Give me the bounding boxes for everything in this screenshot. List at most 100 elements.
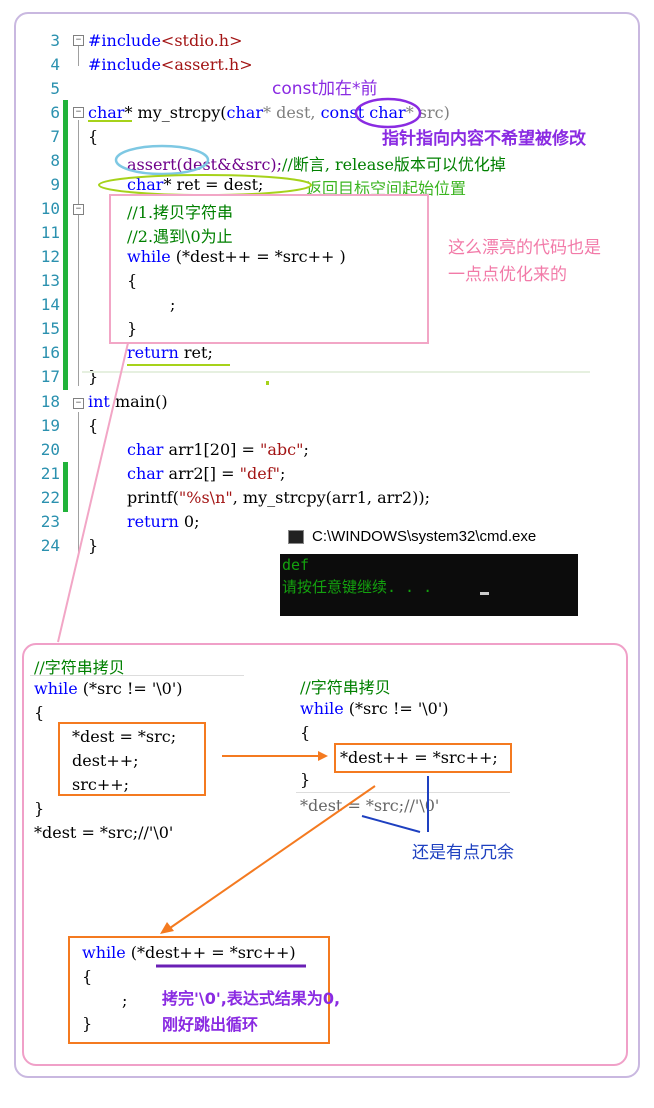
code-line: ; xyxy=(170,295,176,314)
note-loop-explain: 拷完'\0',表达式结果为0, 刚好跳出循环 xyxy=(162,989,341,1034)
keyword: char xyxy=(369,103,406,122)
snippet3-open: { xyxy=(82,967,93,986)
keyword: char xyxy=(127,175,164,194)
line-number: 13 xyxy=(40,271,60,290)
snippet2-while: while (*src != '\0') xyxy=(300,699,448,718)
code-line: int main() xyxy=(88,392,168,411)
line-number: 8 xyxy=(50,151,60,170)
code-line: char arr2[] = "def"; xyxy=(127,464,285,483)
snippet2-after: *dest = *src;//'\0' xyxy=(300,796,440,815)
code-text: (*src != '\0') xyxy=(77,679,183,698)
line-number: 4 xyxy=(50,55,60,74)
keyword: while xyxy=(300,699,344,718)
code-line: return ret; xyxy=(127,343,213,362)
snippet1-close: } xyxy=(34,799,45,818)
line-number: 15 xyxy=(40,319,60,338)
note-optimized: 这么漂亮的代码也是 一点点优化来的 xyxy=(448,238,601,285)
string-literal: "%s\n" xyxy=(178,488,233,507)
code-line: char arr1[20] = "abc"; xyxy=(127,440,309,459)
keyword: char xyxy=(226,103,263,122)
code-line: //1.拷贝字符串 xyxy=(127,199,233,223)
code-line: printf("%s\n", my_strcpy(arr1, arr2)); xyxy=(127,488,430,507)
code-line: { xyxy=(127,271,138,290)
line-number: 9 xyxy=(50,175,60,194)
line-number: 16 xyxy=(40,343,60,362)
code-text: ; xyxy=(279,464,286,483)
fold-guide xyxy=(78,46,79,66)
keyword-const: const xyxy=(320,103,365,122)
code-text: printf( xyxy=(127,488,179,507)
fold-toggle-icon[interactable]: − xyxy=(73,398,84,409)
code-line: { xyxy=(88,127,99,146)
snippet3-body: ; xyxy=(122,991,128,1010)
code-line: } xyxy=(88,536,99,555)
fold-toggle-icon[interactable]: − xyxy=(73,35,84,46)
snippet2-comment: //字符串拷贝 xyxy=(300,678,391,697)
code-text: main() xyxy=(109,392,168,411)
code-line: char* my_strcpy(char* dest, const char* … xyxy=(88,103,450,122)
code-text: , my_strcpy(arr1, arr2)); xyxy=(232,488,430,507)
snippet3-close: } xyxy=(82,1014,93,1033)
code-text: 0; xyxy=(178,512,200,531)
keyword: int xyxy=(88,392,110,411)
keyword: while xyxy=(127,247,171,266)
snippet2-close: } xyxy=(300,770,311,789)
snippet1-open: { xyxy=(34,703,45,722)
keyword: char xyxy=(88,103,125,122)
line-number: 12 xyxy=(40,247,60,266)
line-number: 22 xyxy=(40,488,60,507)
string-literal: "abc" xyxy=(259,440,304,459)
line-number: 3 xyxy=(50,31,60,50)
assert-call: assert(dest&&src); xyxy=(127,155,283,174)
fold-guide xyxy=(78,120,79,386)
line-number: 6 xyxy=(50,103,60,122)
fold-toggle-icon[interactable]: − xyxy=(73,204,84,215)
console-title: C:\WINDOWS\system32\cmd.exe xyxy=(312,528,537,545)
line-number: 7 xyxy=(50,127,60,146)
header-name: <stdio.h> xyxy=(160,31,243,50)
line-number: 24 xyxy=(40,536,60,555)
code-line: //2.遇到\0为止 xyxy=(127,223,233,247)
snippet1-after: *dest = *src;//'\0' xyxy=(34,823,174,842)
snippet2-body: *dest++ = *src++; xyxy=(340,748,498,767)
console-cursor xyxy=(480,592,489,595)
code-line: return 0; xyxy=(127,512,199,531)
note-const-meaning: 指针指向内容不希望被修改 xyxy=(382,129,586,149)
code-text: * dest, xyxy=(262,103,321,122)
code-line: #include<stdio.h> xyxy=(88,31,242,50)
line-number: 14 xyxy=(40,295,60,314)
snippet2-open: { xyxy=(300,723,311,742)
comment: //1.拷贝字符串 xyxy=(127,203,234,222)
string-literal: "def" xyxy=(239,464,280,483)
fold-toggle-icon[interactable]: − xyxy=(73,107,84,118)
code-text: ; xyxy=(303,440,309,459)
line-number: 21 xyxy=(40,464,60,483)
code-line: #include<assert.h> xyxy=(88,55,253,74)
code-line: while (*dest++ = *src++ ) xyxy=(127,247,346,266)
fold-guide xyxy=(78,412,79,552)
code-text: * my_strcpy( xyxy=(124,103,227,122)
line-number: 18 xyxy=(40,392,60,411)
preprocessor: #include xyxy=(88,55,161,74)
line-number: 11 xyxy=(40,223,60,242)
keyword: while xyxy=(82,943,126,962)
line-number: 5 xyxy=(50,79,60,98)
line-number: 10 xyxy=(40,199,60,218)
header-name: <assert.h> xyxy=(160,55,253,74)
note-const-position: const加在*前 xyxy=(272,79,378,99)
divider xyxy=(296,792,510,793)
keyword: char xyxy=(127,464,164,483)
snippet3-while: while (*dest++ = *src++) xyxy=(82,943,296,962)
console-output: def xyxy=(282,556,310,574)
keyword: return xyxy=(127,343,179,362)
code-text: * ret = dest; xyxy=(163,175,264,194)
snippet1-body: *dest = *src; xyxy=(72,727,177,746)
console-icon xyxy=(288,530,304,544)
comment: //断言, release版本可以优化掉 xyxy=(282,155,506,174)
keyword: char xyxy=(127,440,164,459)
note-return-start: 返回目标空间起始位置 xyxy=(306,179,467,198)
code-line: } xyxy=(88,367,99,386)
change-bar xyxy=(63,100,68,390)
snippet1-while: while (*src != '\0') xyxy=(34,679,182,698)
console-output: 请按任意键继续. . . xyxy=(282,578,442,596)
